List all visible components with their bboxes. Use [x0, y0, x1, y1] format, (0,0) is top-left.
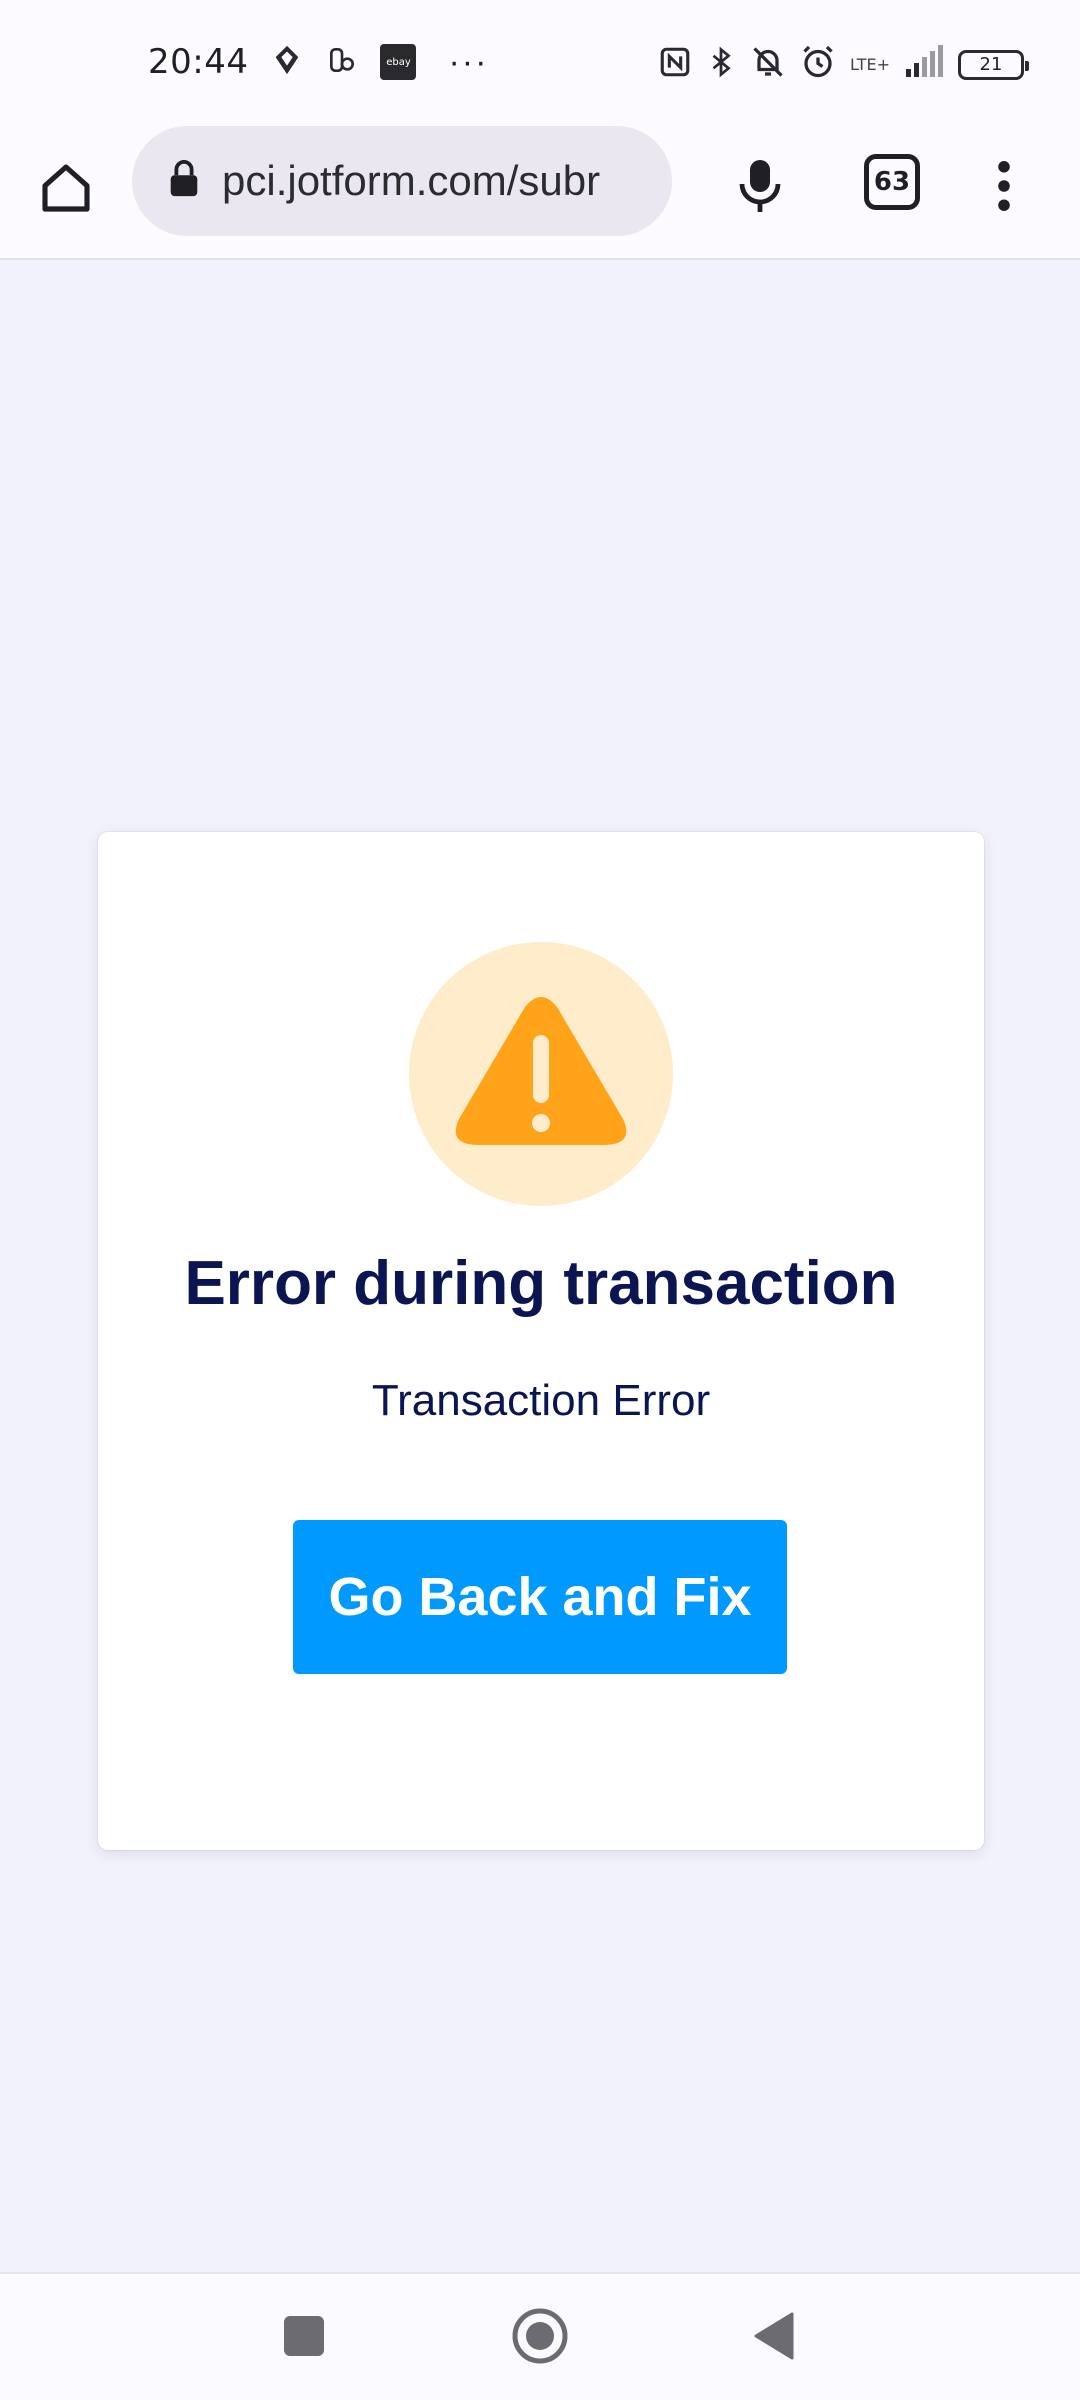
- home-icon: [42, 164, 90, 212]
- signal-icon: [904, 45, 944, 84]
- notification-app-icon: [270, 43, 304, 82]
- navigation-bar: [0, 2272, 1080, 2400]
- home-circle-icon: [512, 2308, 568, 2364]
- url-bar[interactable]: pci.jotform.com/subr: [132, 126, 672, 236]
- home-button[interactable]: [30, 152, 102, 224]
- go-back-and-fix-button[interactable]: Go Back and Fix: [293, 1520, 787, 1674]
- alarm-icon: [800, 44, 836, 85]
- more-notifications-icon: ···: [448, 42, 489, 81]
- mic-icon: [739, 160, 781, 212]
- browser-toolbar: pci.jotform.com/subr 63: [0, 124, 1080, 260]
- more-vert-icon: [998, 161, 1010, 211]
- voice-search-button[interactable]: [724, 150, 796, 222]
- tab-switcher-button[interactable]: 63: [864, 154, 920, 210]
- error-message: Transaction Error: [371, 1376, 711, 1425]
- recent-apps-button[interactable]: [284, 2316, 324, 2356]
- warning-badge: [409, 942, 673, 1206]
- more-options-button[interactable]: [968, 150, 1040, 222]
- back-triangle-icon: [754, 2312, 794, 2360]
- error-title: Error during transaction: [184, 1249, 898, 1318]
- notification-app-icon-2: [326, 44, 358, 81]
- error-card: Error during transaction Transaction Err…: [98, 832, 984, 1850]
- warning-icon: [455, 997, 627, 1145]
- url-text: pci.jotform.com/subr: [222, 157, 601, 204]
- ebay-icon: ebay: [380, 44, 417, 80]
- network-type: LTE+: [850, 54, 890, 74]
- status-right: LTE+ 21: [658, 44, 1029, 85]
- bluetooth-icon: [706, 44, 736, 85]
- nfc-icon: [658, 45, 692, 84]
- lock-icon: [168, 159, 200, 203]
- notifications-off-icon: [750, 44, 786, 85]
- status-bar: 20:44 ebay ··· LTE+ 21: [0, 0, 1080, 124]
- battery-indicator: 21: [958, 49, 1029, 80]
- status-left: 20:44 ebay ···: [148, 42, 488, 82]
- back-button[interactable]: [752, 2310, 796, 2362]
- clock: 20:44: [148, 42, 249, 82]
- home-nav-button[interactable]: [510, 2306, 570, 2366]
